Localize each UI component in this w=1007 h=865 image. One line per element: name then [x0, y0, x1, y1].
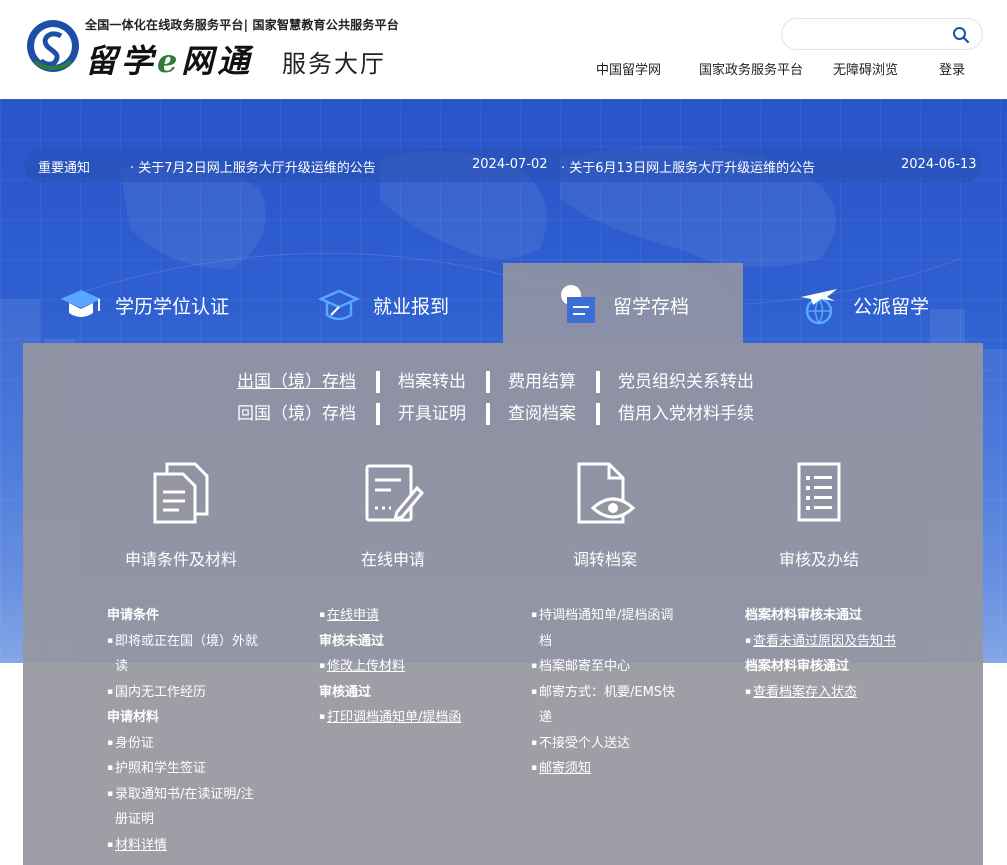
archive-icon [561, 285, 595, 323]
transfer-item: 持调档通知单/提档函调 [531, 603, 675, 629]
step-label: 申请条件及材料 [124, 550, 237, 569]
modify-upload-link[interactable]: 修改上传材料 [319, 654, 461, 680]
logo-title-e: e [157, 42, 182, 80]
platform-tagline: 全国一体化在线政务服务平台| 国家智慧教育公共服务平台 [85, 18, 399, 32]
tab-degree-verification[interactable]: 学历学位认证 [23, 263, 263, 343]
view-archive-status-link[interactable]: 查看档案存入状态 [745, 680, 896, 706]
graduation-cap-icon [61, 290, 101, 317]
logo-icon [27, 20, 79, 72]
service-link-issue-certificate[interactable]: 开具证明 [398, 404, 466, 424]
step-label: 调转档案 [572, 550, 637, 569]
mailing-notice-link[interactable]: 邮寄须知 [531, 756, 675, 782]
documents-icon [153, 462, 209, 524]
review-column: 档案材料审核未通过 查看未通过原因及告知书 档案材料审核通过 查看档案存入状态 [745, 603, 896, 705]
step-label: 在线申请 [360, 550, 425, 569]
condition-item: 即将或正在国（境）外就 [107, 629, 258, 655]
divider [486, 403, 490, 425]
logo-title-part1: 留学 [85, 42, 158, 80]
service-link-party-relation-transfer[interactable]: 党员组织关系转出 [618, 372, 754, 392]
tab-label: 留学存档 [613, 296, 690, 318]
divider [376, 371, 380, 393]
nav-link-login[interactable]: 登录 [939, 59, 965, 78]
transfer-item: 邮寄方式：机要/EMS快 [531, 680, 675, 706]
service-link-view-archive[interactable]: 查阅档案 [508, 404, 576, 424]
tab-label: 学历学位认证 [115, 296, 230, 318]
site-subtitle: 服务大厅 [282, 50, 386, 78]
service-links-row-2: 回国（境）存档 开具证明 查阅档案 借用入党材料手续 [237, 399, 754, 425]
search-input[interactable] [796, 25, 946, 45]
nav-link-cscse[interactable]: 中国留学网 [596, 59, 661, 78]
site-header: 全国一体化在线政务服务平台| 国家智慧教育公共服务平台 留学e网通 服务大厅 中… [0, 0, 1007, 99]
view-rejection-reason-link[interactable]: 查看未通过原因及告知书 [745, 629, 896, 655]
material-item-cont: 册证明 [115, 812, 155, 827]
notice-item-1-text: 关于7月2日网上服务大厅升级运维的公告 [138, 161, 376, 176]
divider [376, 403, 380, 425]
search-icon[interactable] [952, 26, 970, 44]
section-heading: 审核未通过 [319, 633, 385, 649]
material-item: 身份证 [107, 731, 258, 757]
service-links-row-1: 出国（境）存档 档案转出 费用结算 党员组织关系转出 [237, 367, 754, 393]
print-notice-link[interactable]: 打印调档通知单/提档函 [319, 705, 461, 731]
divider [596, 403, 600, 425]
online-apply-column: 在线申请 审核未通过 修改上传材料 审核通过 打印调档通知单/提档函 [319, 603, 461, 731]
divider [596, 371, 600, 393]
transfer-archive-column: 持调档通知单/提档函调 档 档案邮寄至中心 邮寄方式：机要/EMS快 递 不接受… [531, 603, 675, 782]
notice-item-1[interactable]: · 关于7月2日网上服务大厅升级运维的公告 [130, 157, 376, 176]
notice-bar: 重要通知 · 关于7月2日网上服务大厅升级运维的公告 2024-07-02 · … [24, 148, 982, 182]
service-link-fee-settlement[interactable]: 费用结算 [508, 372, 576, 392]
nav-link-gov-service[interactable]: 国家政务服务平台 [699, 59, 803, 78]
material-item: 录取通知书/在读证明/注 [107, 782, 258, 808]
notice-label: 重要通知 [38, 161, 91, 176]
service-link-borrow-party-materials[interactable]: 借用入党材料手续 [618, 404, 754, 424]
step-online-apply: 在线申请 [313, 460, 473, 570]
material-item: 护照和学生签证 [107, 756, 258, 782]
scholar-cap-icon [317, 289, 361, 321]
transfer-item-cont: 递 [539, 710, 553, 725]
form-edit-icon [365, 464, 425, 522]
archive-service-panel: 出国（境）存档 档案转出 费用结算 党员组织关系转出 回国（境）存档 开具证明 查阅档案 借… [23, 343, 983, 865]
site-logo-title[interactable]: 留学e网通 [85, 36, 253, 82]
transfer-item: 档案邮寄至中心 [531, 654, 675, 680]
section-heading: 申请材料 [107, 710, 160, 725]
notice-item-1-date: 2024-07-02 [472, 157, 548, 172]
transfer-item: 不接受个人送达 [531, 731, 675, 757]
step-requirements: 申请条件及材料 [101, 460, 261, 570]
notice-item-2[interactable]: · 关于6月13日网上服务大厅升级运维的公告 [561, 157, 815, 176]
step-label: 审核及办结 [778, 550, 859, 569]
material-details-link[interactable]: 材料详情 [107, 833, 258, 859]
notice-item-2-date: 2024-06-13 [901, 157, 977, 172]
nav-link-accessibility[interactable]: 无障碍浏览 [833, 59, 898, 78]
service-link-archive-transfer-out[interactable]: 档案转出 [398, 372, 466, 392]
tab-label: 公派留学 [853, 296, 930, 318]
file-view-icon [577, 462, 636, 524]
step-review-complete: 审核及办结 [739, 460, 899, 570]
logo-title-part2: 网通 [181, 42, 254, 80]
section-heading: 申请条件 [107, 608, 160, 623]
section-heading: 审核通过 [319, 684, 372, 700]
online-apply-link[interactable]: 在线申请 [319, 603, 461, 629]
tab-label: 就业报到 [373, 296, 450, 318]
divider [486, 371, 490, 393]
notice-item-2-text: 关于6月13日网上服务大厅升级运维的公告 [569, 161, 816, 176]
search-box [781, 18, 983, 50]
condition-item: 国内无工作经历 [107, 680, 258, 706]
plane-globe-icon [801, 289, 837, 325]
section-heading: 档案材料审核通过 [745, 659, 850, 674]
service-link-return-archive[interactable]: 回国（境）存档 [237, 404, 356, 424]
requirements-column: 申请条件 即将或正在国（境）外就 读 国内无工作经历 申请材料 身份证 护照和学… [107, 603, 258, 858]
condition-item-cont: 读 [115, 659, 129, 674]
tab-employment-report[interactable]: 就业报到 [263, 263, 503, 343]
service-link-outbound-archive[interactable]: 出国（境）存档 [237, 372, 356, 392]
transfer-item-cont: 档 [539, 633, 553, 649]
checklist-icon [797, 462, 841, 522]
tab-public-study-abroad[interactable]: 公派留学 [743, 263, 983, 343]
step-transfer-archive: 调转档案 [525, 460, 685, 570]
section-heading: 档案材料审核未通过 [745, 608, 863, 623]
tab-study-archive[interactable]: 留学存档 [503, 263, 743, 343]
